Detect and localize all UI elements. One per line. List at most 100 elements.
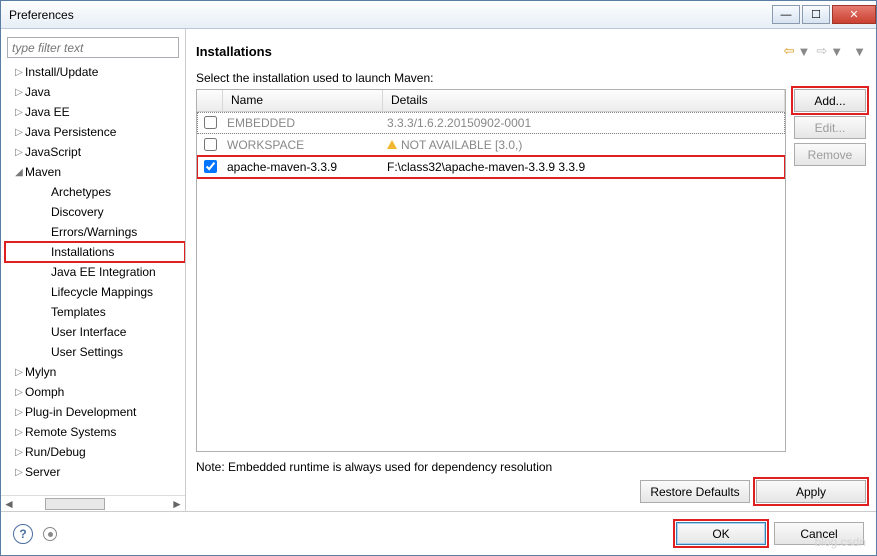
row-checkbox[interactable] — [204, 160, 217, 173]
tree-item-label: Discovery — [51, 205, 104, 219]
tree-item-java-ee-integration[interactable]: Java EE Integration — [5, 262, 185, 282]
installations-table[interactable]: Name Details EMBEDDED3.3.3/1.6.2.2015090… — [196, 89, 786, 452]
tree-item-label: Remote Systems — [25, 425, 116, 439]
remove-button: Remove — [794, 143, 866, 166]
collapsed-icon[interactable]: ▷ — [13, 387, 25, 398]
column-name[interactable]: Name — [223, 90, 383, 111]
tree-item-label: User Interface — [51, 325, 126, 339]
tree-item-label: Java EE — [25, 105, 70, 119]
row-details: F:\class32\apache-maven-3.3.9 3.3.9 — [383, 160, 785, 174]
add-button[interactable]: Add... — [794, 89, 866, 112]
warning-icon — [387, 140, 397, 149]
row-checkbox[interactable] — [204, 116, 217, 129]
tree-item-label: Java Persistence — [25, 125, 116, 139]
page-menu-icon[interactable]: ▼ — [853, 44, 866, 59]
collapsed-icon[interactable]: ▷ — [13, 467, 25, 478]
table-row[interactable]: WORKSPACENOT AVAILABLE [3.0,) — [197, 134, 785, 156]
tree-item-label: Errors/Warnings — [51, 225, 137, 239]
collapsed-icon[interactable]: ▷ — [13, 447, 25, 458]
tree-item-lifecycle-mappings[interactable]: Lifecycle Mappings — [5, 282, 185, 302]
tree-item-label: Lifecycle Mappings — [51, 285, 153, 299]
collapsed-icon[interactable]: ▷ — [13, 427, 25, 438]
maximize-button[interactable]: ☐ — [802, 5, 830, 24]
collapsed-icon[interactable]: ▷ — [13, 407, 25, 418]
row-details: NOT AVAILABLE [3.0,) — [383, 138, 785, 152]
forward-icon[interactable]: ⇨ — [816, 43, 827, 59]
page-subtitle: Select the installation used to launch M… — [196, 71, 866, 85]
horizontal-scrollbar[interactable]: ◄► — [1, 495, 185, 511]
tree-item-label: Maven — [25, 165, 61, 179]
page-title: Installations — [196, 44, 784, 59]
tree-item-errors-warnings[interactable]: Errors/Warnings — [5, 222, 185, 242]
tree-item-run-debug[interactable]: ▷Run/Debug — [5, 442, 185, 462]
tree-item-java[interactable]: ▷Java — [5, 82, 185, 102]
nav-arrows: ⇦▼ ⇨▼ ▼ — [784, 43, 866, 59]
back-menu-icon[interactable]: ▼ — [797, 44, 810, 59]
tree-item-discovery[interactable]: Discovery — [5, 202, 185, 222]
collapsed-icon[interactable]: ▷ — [13, 147, 25, 158]
row-checkbox[interactable] — [204, 138, 217, 151]
row-name: EMBEDDED — [223, 116, 383, 130]
tree-item-mylyn[interactable]: ▷Mylyn — [5, 362, 185, 382]
apply-button[interactable]: Apply — [756, 480, 866, 503]
tree-item-user-settings[interactable]: User Settings — [5, 342, 185, 362]
preferences-tree[interactable]: ▷Install/Update▷Java▷Java EE▷Java Persis… — [1, 62, 185, 495]
tree-item-java-ee[interactable]: ▷Java EE — [5, 102, 185, 122]
footer: ? OK Cancel — [1, 511, 876, 555]
tree-item-label: Java — [25, 85, 50, 99]
close-button[interactable]: ✕ — [832, 5, 876, 24]
tree-item-label: Plug-in Development — [25, 405, 136, 419]
tree-item-archetypes[interactable]: Archetypes — [5, 182, 185, 202]
tree-item-javascript[interactable]: ▷JavaScript — [5, 142, 185, 162]
collapsed-icon[interactable]: ▷ — [13, 107, 25, 118]
tree-item-label: Install/Update — [25, 65, 98, 79]
filter-input[interactable] — [7, 37, 179, 58]
tree-item-oomph[interactable]: ▷Oomph — [5, 382, 185, 402]
forward-menu-icon[interactable]: ▼ — [830, 44, 843, 59]
tree-item-install-update[interactable]: ▷Install/Update — [5, 62, 185, 82]
tree-item-label: Oomph — [25, 385, 64, 399]
expanded-icon[interactable]: ◢ — [13, 167, 25, 178]
row-name: WORKSPACE — [223, 138, 383, 152]
row-details: 3.3.3/1.6.2.20150902-0001 — [383, 116, 785, 130]
window-title: Preferences — [9, 8, 770, 22]
tree-item-plug-in-development[interactable]: ▷Plug-in Development — [5, 402, 185, 422]
collapsed-icon[interactable]: ▷ — [13, 367, 25, 378]
preferences-window: Preferences — ☐ ✕ ▷Install/Update▷Java▷J… — [0, 0, 877, 556]
tree-item-server[interactable]: ▷Server — [5, 462, 185, 482]
tree-item-label: Mylyn — [25, 365, 56, 379]
back-icon[interactable]: ⇦ — [784, 43, 795, 59]
note-text: Note: Embedded runtime is always used fo… — [196, 460, 866, 474]
tree-item-label: Installations — [51, 245, 114, 259]
tree-item-label: User Settings — [51, 345, 123, 359]
restore-defaults-button[interactable]: Restore Defaults — [640, 480, 750, 503]
cancel-button[interactable]: Cancel — [774, 522, 864, 545]
collapsed-icon[interactable]: ▷ — [13, 67, 25, 78]
tree-item-label: Run/Debug — [25, 445, 86, 459]
main-panel: Installations ⇦▼ ⇨▼ ▼ Select the install… — [186, 29, 876, 511]
collapsed-icon[interactable]: ▷ — [13, 87, 25, 98]
ok-button[interactable]: OK — [676, 522, 766, 545]
tree-item-remote-systems[interactable]: ▷Remote Systems — [5, 422, 185, 442]
edit-button: Edit... — [794, 116, 866, 139]
tree-item-label: Java EE Integration — [51, 265, 156, 279]
column-details[interactable]: Details — [383, 90, 785, 111]
row-name: apache-maven-3.3.9 — [223, 160, 383, 174]
table-row[interactable]: EMBEDDED3.3.3/1.6.2.20150902-0001 — [197, 112, 785, 134]
tree-item-label: JavaScript — [25, 145, 81, 159]
tree-item-label: Archetypes — [51, 185, 111, 199]
tree-item-label: Server — [25, 465, 60, 479]
tree-item-user-interface[interactable]: User Interface — [5, 322, 185, 342]
tree-item-java-persistence[interactable]: ▷Java Persistence — [5, 122, 185, 142]
help-icon[interactable]: ? — [13, 524, 33, 544]
status-icon[interactable] — [43, 527, 57, 541]
table-row[interactable]: apache-maven-3.3.9F:\class32\apache-mave… — [197, 156, 785, 178]
tree-item-installations[interactable]: Installations — [5, 242, 185, 262]
tree-item-maven[interactable]: ◢Maven — [5, 162, 185, 182]
collapsed-icon[interactable]: ▷ — [13, 127, 25, 138]
sidebar: ▷Install/Update▷Java▷Java EE▷Java Persis… — [1, 29, 186, 511]
tree-item-label: Templates — [51, 305, 106, 319]
titlebar[interactable]: Preferences — ☐ ✕ — [1, 1, 876, 29]
minimize-button[interactable]: — — [772, 5, 800, 24]
tree-item-templates[interactable]: Templates — [5, 302, 185, 322]
